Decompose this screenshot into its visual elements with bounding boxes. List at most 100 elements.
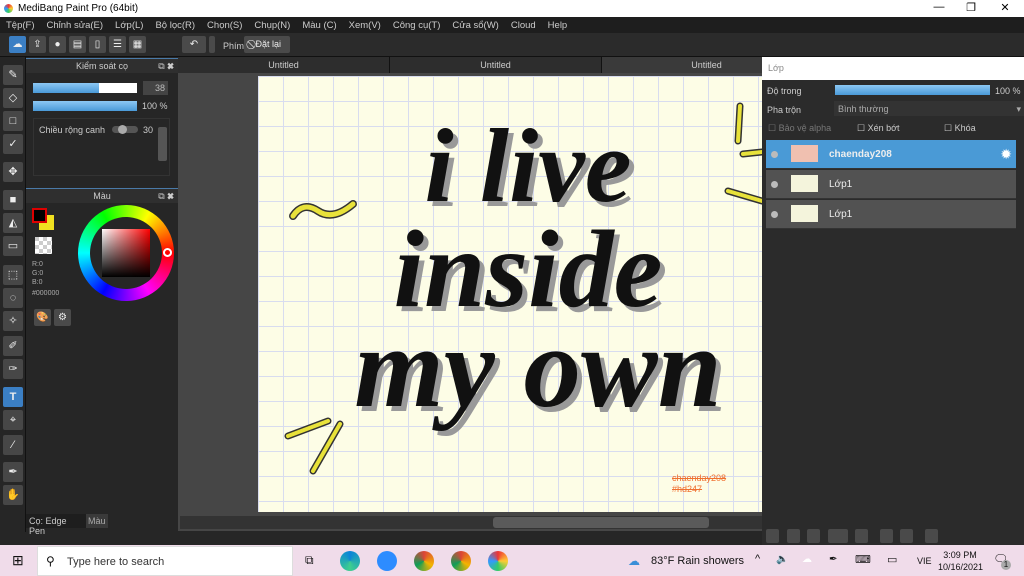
menu-window[interactable]: Cửa sổ(W) [446,17,504,33]
language-indicator[interactable]: VIE [917,556,932,566]
cloud-icon[interactable]: ☁ [9,36,26,53]
zoom-icon[interactable] [377,551,397,571]
scrollbar[interactable] [158,127,167,161]
chrome-icon[interactable] [414,551,434,571]
eyedropper-icon[interactable]: ✒ [3,462,23,482]
menu-filter[interactable]: Bộ lọc(R) [149,17,201,33]
message-icon[interactable]: ▤ [69,36,86,53]
visibility-icon[interactable] [771,181,778,188]
new-layer-icon[interactable] [766,529,779,543]
dropper-tool-icon[interactable]: ⁄ [3,435,23,455]
layer-opacity-slider[interactable] [835,85,990,95]
task-view-icon[interactable]: ⧉ [305,553,314,568]
menu-capture[interactable]: Chụp(N) [248,17,296,33]
tab-untitled-2[interactable]: Untitled [390,57,602,73]
edge-icon[interactable] [340,551,360,571]
tablet-icon[interactable]: ▭ [887,553,897,566]
gear-icon[interactable]: ✹ [1000,146,1012,163]
menu-select[interactable]: Chọn(S) [201,17,248,33]
add-layer-menu-icon[interactable] [828,529,848,543]
layer-row[interactable]: chaenday208 ✹ [766,140,1016,169]
rectangle-tool-icon[interactable]: □ [3,111,23,131]
operation-tool-icon[interactable]: ⌖ [3,410,23,430]
menu-cloud[interactable]: Cloud [505,17,542,33]
move-tool-icon[interactable]: ✥ [3,162,23,182]
undo-icon[interactable]: ↶ [182,36,206,53]
palette-settings-icon[interactable]: ⚙ [54,309,71,326]
new-8bit-layer-icon[interactable] [787,529,800,543]
minimize-button[interactable]: — [924,1,954,13]
maximize-button[interactable]: ❐ [956,1,986,14]
visibility-icon[interactable] [771,151,778,158]
tab-untitled-1[interactable]: Untitled [178,57,390,73]
new-1bit-layer-icon[interactable] [807,529,820,543]
volume-icon[interactable]: 🔈 [776,554,788,565]
keyboard-icon[interactable]: ⌨ [855,553,871,566]
select-eraser-icon[interactable]: ✑ [3,359,23,379]
menu-help[interactable]: Help [542,17,574,33]
menu-view[interactable]: Xem(V) [343,17,387,33]
menu-layer[interactable]: Lớp(L) [109,17,149,33]
fill-rect-tool-icon[interactable]: ■ [3,190,23,210]
line-tool-icon[interactable]: ✓ [3,134,23,154]
menu-color[interactable]: Màu (C) [296,17,342,33]
palette-icon[interactable]: 🎨 [34,309,51,326]
duplicate-layer-icon[interactable] [880,529,893,543]
brush-size-value[interactable]: 38 [143,81,168,95]
hand-tool-icon[interactable]: ✋ [3,485,23,505]
layer-row[interactable]: Lớp1 [766,200,1016,229]
eraser-tool-icon[interactable]: ◇ [3,88,23,108]
bucket-tool-icon[interactable]: ◭ [3,213,23,233]
page-icon[interactable]: ▯ [89,36,106,53]
text-tool-icon[interactable]: T [3,387,23,407]
select-tool-icon[interactable]: ⬚ [3,265,23,285]
chrome-profile-icon[interactable] [451,551,471,571]
close-icon[interactable]: ⧉ ✖ [158,189,174,204]
clock[interactable]: 3:09 PM 10/16/2021 [938,549,983,573]
magic-wand-icon[interactable]: ✧ [3,311,23,331]
close-button[interactable]: ✕ [990,1,1020,14]
medibang-icon[interactable] [488,551,508,571]
brush-tab[interactable]: Cọ: Edge Pen [26,514,86,536]
brush-size-slider[interactable] [33,83,137,93]
redo-handle[interactable] [209,36,215,53]
menu-tools[interactable]: Công cụ(T) [387,17,447,33]
lasso-tool-icon[interactable]: ◌ [3,288,23,308]
lock-checkbox[interactable]: ☐ Khóa [944,123,976,134]
blend-mode-select[interactable]: Bình thường ▾ [834,101,1024,116]
hue-wheel[interactable] [78,205,174,301]
color-tab[interactable]: Màu [86,514,108,528]
scrollbar-thumb[interactable] [493,517,709,528]
menu-edit[interactable]: Chỉnh sửa(E) [41,17,110,33]
merge-layer-icon[interactable] [900,529,913,543]
weather-text[interactable]: 83°F Rain showers [651,555,744,567]
menu-file[interactable]: Tệp(F) [0,17,41,33]
onedrive-icon[interactable]: ☁ [802,554,812,565]
grid-icon[interactable]: ▦ [129,36,146,53]
protect-alpha-checkbox[interactable]: ☐ Bảo vệ alpha [768,123,831,134]
list-icon[interactable]: ☰ [109,36,126,53]
chevron-up-icon[interactable]: ^ [755,553,760,565]
layer-row[interactable]: Lớp1 [766,170,1016,199]
pen-icon[interactable]: ✒ [829,554,837,565]
clip-checkbox[interactable]: ☐ Xén bớt [857,123,900,134]
brush-tool-icon[interactable]: ✎ [3,65,23,85]
windows-start-icon[interactable]: ⊞ [12,552,24,569]
hue-handle[interactable] [163,248,172,257]
trash-icon[interactable] [925,529,938,543]
select-pen-icon[interactable]: ✐ [3,336,23,356]
drawing-canvas[interactable]: i live i live inside inside my own my ow… [258,76,762,512]
gradient-tool-icon[interactable]: ▭ [3,236,23,256]
brush-opacity-slider[interactable] [33,101,137,111]
primary-color-swatch[interactable] [32,208,47,223]
share-icon[interactable]: ⇪ [29,36,46,53]
search-box[interactable]: ⚲ Type here to search [37,546,293,576]
reset-button[interactable]: ⃠ Đặt lại [244,36,290,53]
visibility-icon[interactable] [771,211,778,218]
saturation-value-square[interactable] [102,229,150,277]
folder-icon[interactable] [855,529,868,543]
edge-width-slider[interactable] [112,125,138,134]
comment-icon[interactable]: ● [49,36,66,53]
horizontal-scrollbar[interactable] [180,516,762,529]
close-icon[interactable]: ⧉ ✖ [158,59,174,74]
